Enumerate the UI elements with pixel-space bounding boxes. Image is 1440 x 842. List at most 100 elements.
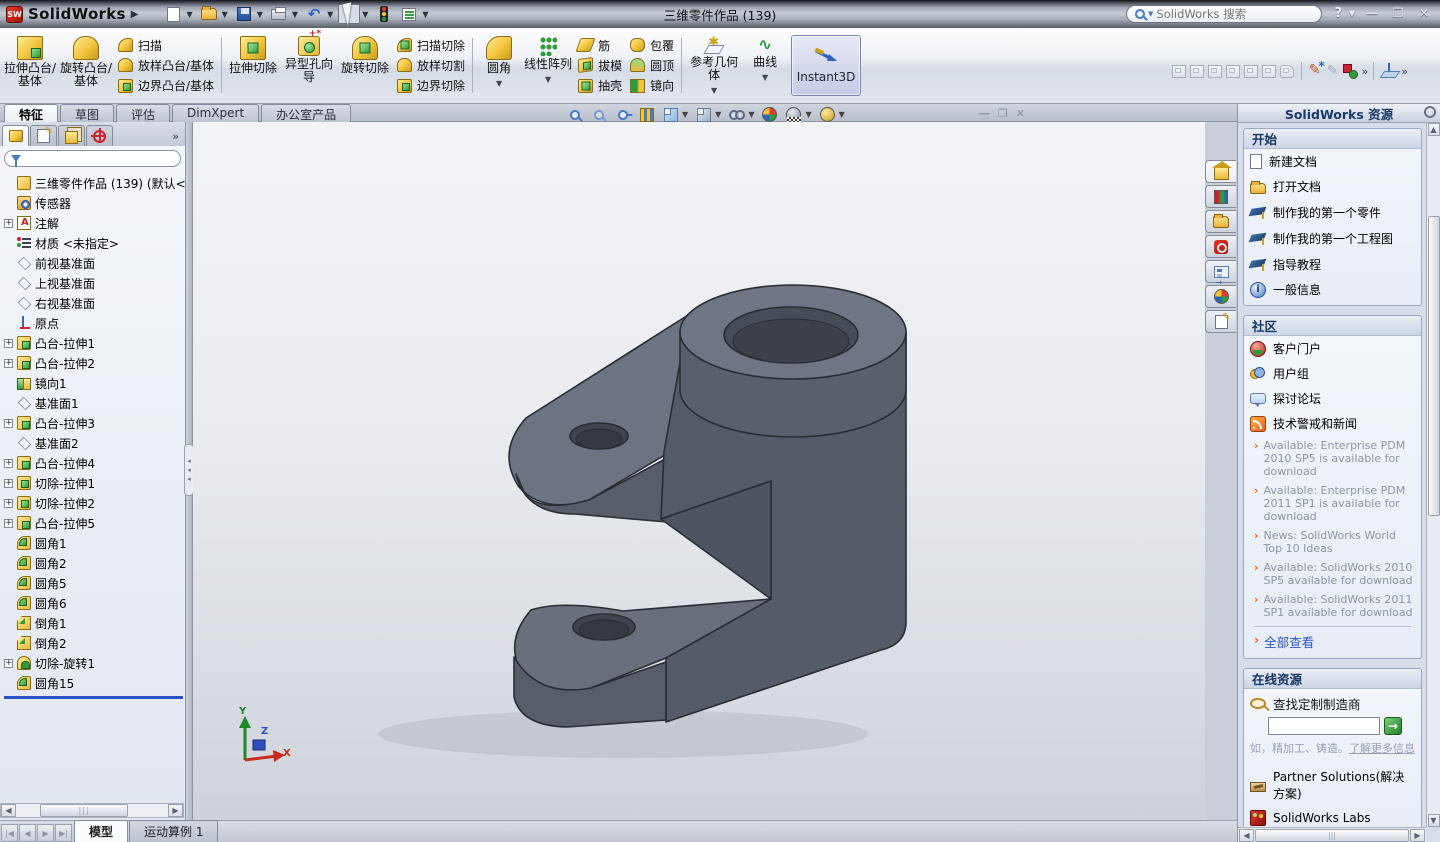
rebuild-button[interactable] xyxy=(373,4,395,24)
tab-configuration-manager[interactable] xyxy=(58,125,85,146)
tree-item-boss-extrude1[interactable]: +凸台-拉伸1 xyxy=(4,333,185,353)
previous-view-icon[interactable] xyxy=(614,106,631,123)
link-tutorials[interactable]: 指导教程 xyxy=(1244,251,1421,277)
tree-root[interactable]: 三维零件作品 (139) (默认<<默 xyxy=(4,173,185,193)
view-top-icon[interactable] xyxy=(1244,65,1258,78)
last-tab-icon[interactable]: ▶| xyxy=(55,824,72,842)
tree-filter-box[interactable] xyxy=(4,150,181,167)
dome-button[interactable]: 圆顶 xyxy=(630,55,674,75)
link-customer-portal[interactable]: 客户门户 xyxy=(1244,336,1421,361)
scroll-left-icon[interactable]: ◀ xyxy=(1,804,16,817)
tree-item-annotations[interactable]: +注解 xyxy=(4,213,185,233)
news-item[interactable]: ›Available: Enterprise PDM 2010 SP5 is a… xyxy=(1244,436,1421,481)
new-dropdown-icon[interactable]: ▼ xyxy=(186,10,192,19)
link-tech-alerts-news[interactable]: 技术警戒和新闻 xyxy=(1244,411,1421,436)
loft-boss-button[interactable]: 放样凸台/基体 xyxy=(118,55,214,75)
tab-appearances[interactable] xyxy=(1205,285,1236,308)
tree-item-sensors[interactable]: 传感器 xyxy=(4,193,185,213)
prev-tab-icon[interactable]: ◀ xyxy=(19,824,36,842)
curves-button[interactable]: ∿ 曲线 ▼ xyxy=(743,32,787,99)
scroll-thumb[interactable]: ||| xyxy=(1255,829,1409,842)
update-icon[interactable] xyxy=(1343,64,1358,79)
task-pane-vertical-scrollbar[interactable]: ▲ ▼ xyxy=(1426,123,1440,827)
tree-item-chamfer1[interactable]: 倒角1 xyxy=(4,613,185,633)
tab-solidworks-resources[interactable] xyxy=(1205,160,1236,183)
tab-model[interactable]: 模型 xyxy=(74,820,128,842)
link-first-drawing[interactable]: 制作我的第一个工程图 xyxy=(1244,225,1421,251)
undo-button[interactable]: ↶ xyxy=(303,4,325,24)
link-new-document[interactable]: 新建文档 xyxy=(1244,149,1421,174)
print-dropdown-icon[interactable]: ▼ xyxy=(292,10,298,19)
linear-pattern-dropdown-icon[interactable]: ▼ xyxy=(545,73,551,86)
news-item[interactable]: ›Available: SolidWorks 2011 SP1 availabl… xyxy=(1244,590,1421,622)
tab-custom-properties[interactable] xyxy=(1205,310,1236,333)
view-bottom-icon[interactable] xyxy=(1262,65,1276,78)
graphics-area[interactable]: Y Z X xyxy=(193,122,1205,820)
tree-item-chamfer2[interactable]: 倒角2 xyxy=(4,633,185,653)
link-user-groups[interactable]: 用户组 xyxy=(1244,361,1421,386)
select-dropdown-icon[interactable]: ▼ xyxy=(362,10,368,19)
tab-dimxpert-manager[interactable] xyxy=(86,125,113,146)
save-dropdown-icon[interactable]: ▼ xyxy=(257,10,263,19)
view-back-icon[interactable] xyxy=(1190,65,1204,78)
undo-dropdown-icon[interactable]: ▼ xyxy=(327,10,333,19)
doc-restore-button[interactable]: ❐ xyxy=(998,107,1008,120)
tab-features[interactable]: 特征 xyxy=(4,104,58,122)
mirror-button[interactable]: 镜向 xyxy=(630,76,674,96)
revolve-boss-button[interactable]: 旋转凸台/基体 xyxy=(58,32,114,99)
tree-item-front-plane[interactable]: 前视基准面 xyxy=(4,253,185,273)
tree-item-top-plane[interactable]: 上视基准面 xyxy=(4,273,185,293)
news-item[interactable]: ›News: SolidWorks World Top 10 Ideas xyxy=(1244,526,1421,558)
reference-geometry-button[interactable]: 参考几何体 ▼ xyxy=(685,32,743,99)
doc-close-button[interactable]: ✕ xyxy=(1016,107,1025,120)
restore-button[interactable]: ❐ xyxy=(1388,4,1408,22)
open-button[interactable] xyxy=(198,4,220,24)
tab-file-explorer[interactable] xyxy=(1205,210,1236,233)
learn-more-link[interactable]: 了解更多信息 xyxy=(1349,742,1415,755)
tab-dimxpert[interactable]: DimXpert xyxy=(172,104,259,122)
save-button[interactable] xyxy=(233,4,255,24)
wrap-button[interactable]: 包覆 xyxy=(630,35,674,55)
view-settings-dropdown-icon[interactable]: ▼ xyxy=(839,110,845,119)
view-settings-icon[interactable] xyxy=(819,106,836,123)
sketch-icon[interactable] xyxy=(1309,63,1323,79)
fillet-button[interactable]: 圆角 ▼ xyxy=(476,32,522,99)
tab-office-products[interactable]: 办公室产品 xyxy=(261,104,351,122)
tree-item-fillet5[interactable]: 圆角5 xyxy=(4,573,185,593)
apply-scene-icon[interactable] xyxy=(785,106,802,123)
tab-motion-study[interactable]: 运动算例 1 xyxy=(129,820,218,842)
curves-dropdown-icon[interactable]: ▼ xyxy=(762,71,768,84)
revolve-cut-button[interactable]: 旋转切除 xyxy=(337,32,393,99)
scroll-left-icon[interactable]: ◀ xyxy=(1239,829,1254,842)
tree-item-plane2[interactable]: 基准面2 xyxy=(4,433,185,453)
scroll-up-icon[interactable]: ▲ xyxy=(1428,123,1440,136)
find-manufacturer-label-row[interactable]: 查找定制制造商 xyxy=(1244,689,1421,715)
tree-item-cut-extrude1[interactable]: +切除-拉伸1 xyxy=(4,473,185,493)
new-document-button[interactable] xyxy=(162,4,184,24)
tree-item-cut-revolve1[interactable]: +切除-旋转1 xyxy=(4,653,185,673)
help-button[interactable]: ? xyxy=(1334,6,1342,21)
instant3d-button[interactable]: Instant3D xyxy=(791,35,861,96)
tab-feature-tree[interactable] xyxy=(2,125,29,146)
loft-cut-button[interactable]: 放样切割 xyxy=(397,55,465,75)
scroll-thumb[interactable]: ||| xyxy=(40,804,128,817)
tree-item-boss-extrude5[interactable]: +凸台-拉伸5 xyxy=(4,513,185,533)
tab-design-library[interactable] xyxy=(1205,185,1236,208)
tab-view-palette[interactable] xyxy=(1205,260,1236,283)
edit-sketch-icon[interactable] xyxy=(1327,63,1339,79)
tree-item-cut-extrude2[interactable]: +切除-拉伸2 xyxy=(4,493,185,513)
part-model[interactable] xyxy=(193,122,1205,820)
tab-sketch[interactable]: 草图 xyxy=(60,104,114,122)
rib-button[interactable]: 筋 xyxy=(578,35,622,55)
app-logo[interactable]: SW SolidWorks ▶ xyxy=(0,5,162,23)
section-view-icon[interactable] xyxy=(638,106,655,123)
tree-item-material[interactable]: 材质 <未指定> xyxy=(4,233,185,253)
options-dropdown-icon[interactable]: ▼ xyxy=(422,10,428,19)
hide-show-icon[interactable] xyxy=(728,106,745,123)
link-discussion-forum[interactable]: 探讨论坛 xyxy=(1244,386,1421,411)
first-tab-icon[interactable]: |◀ xyxy=(1,824,18,842)
search-go-button[interactable]: → xyxy=(1384,717,1402,735)
hole-wizard-button[interactable]: 异型孔向导 xyxy=(281,32,337,99)
hide-show-dropdown-icon[interactable]: ▼ xyxy=(748,110,754,119)
tab-search[interactable] xyxy=(1205,235,1236,258)
